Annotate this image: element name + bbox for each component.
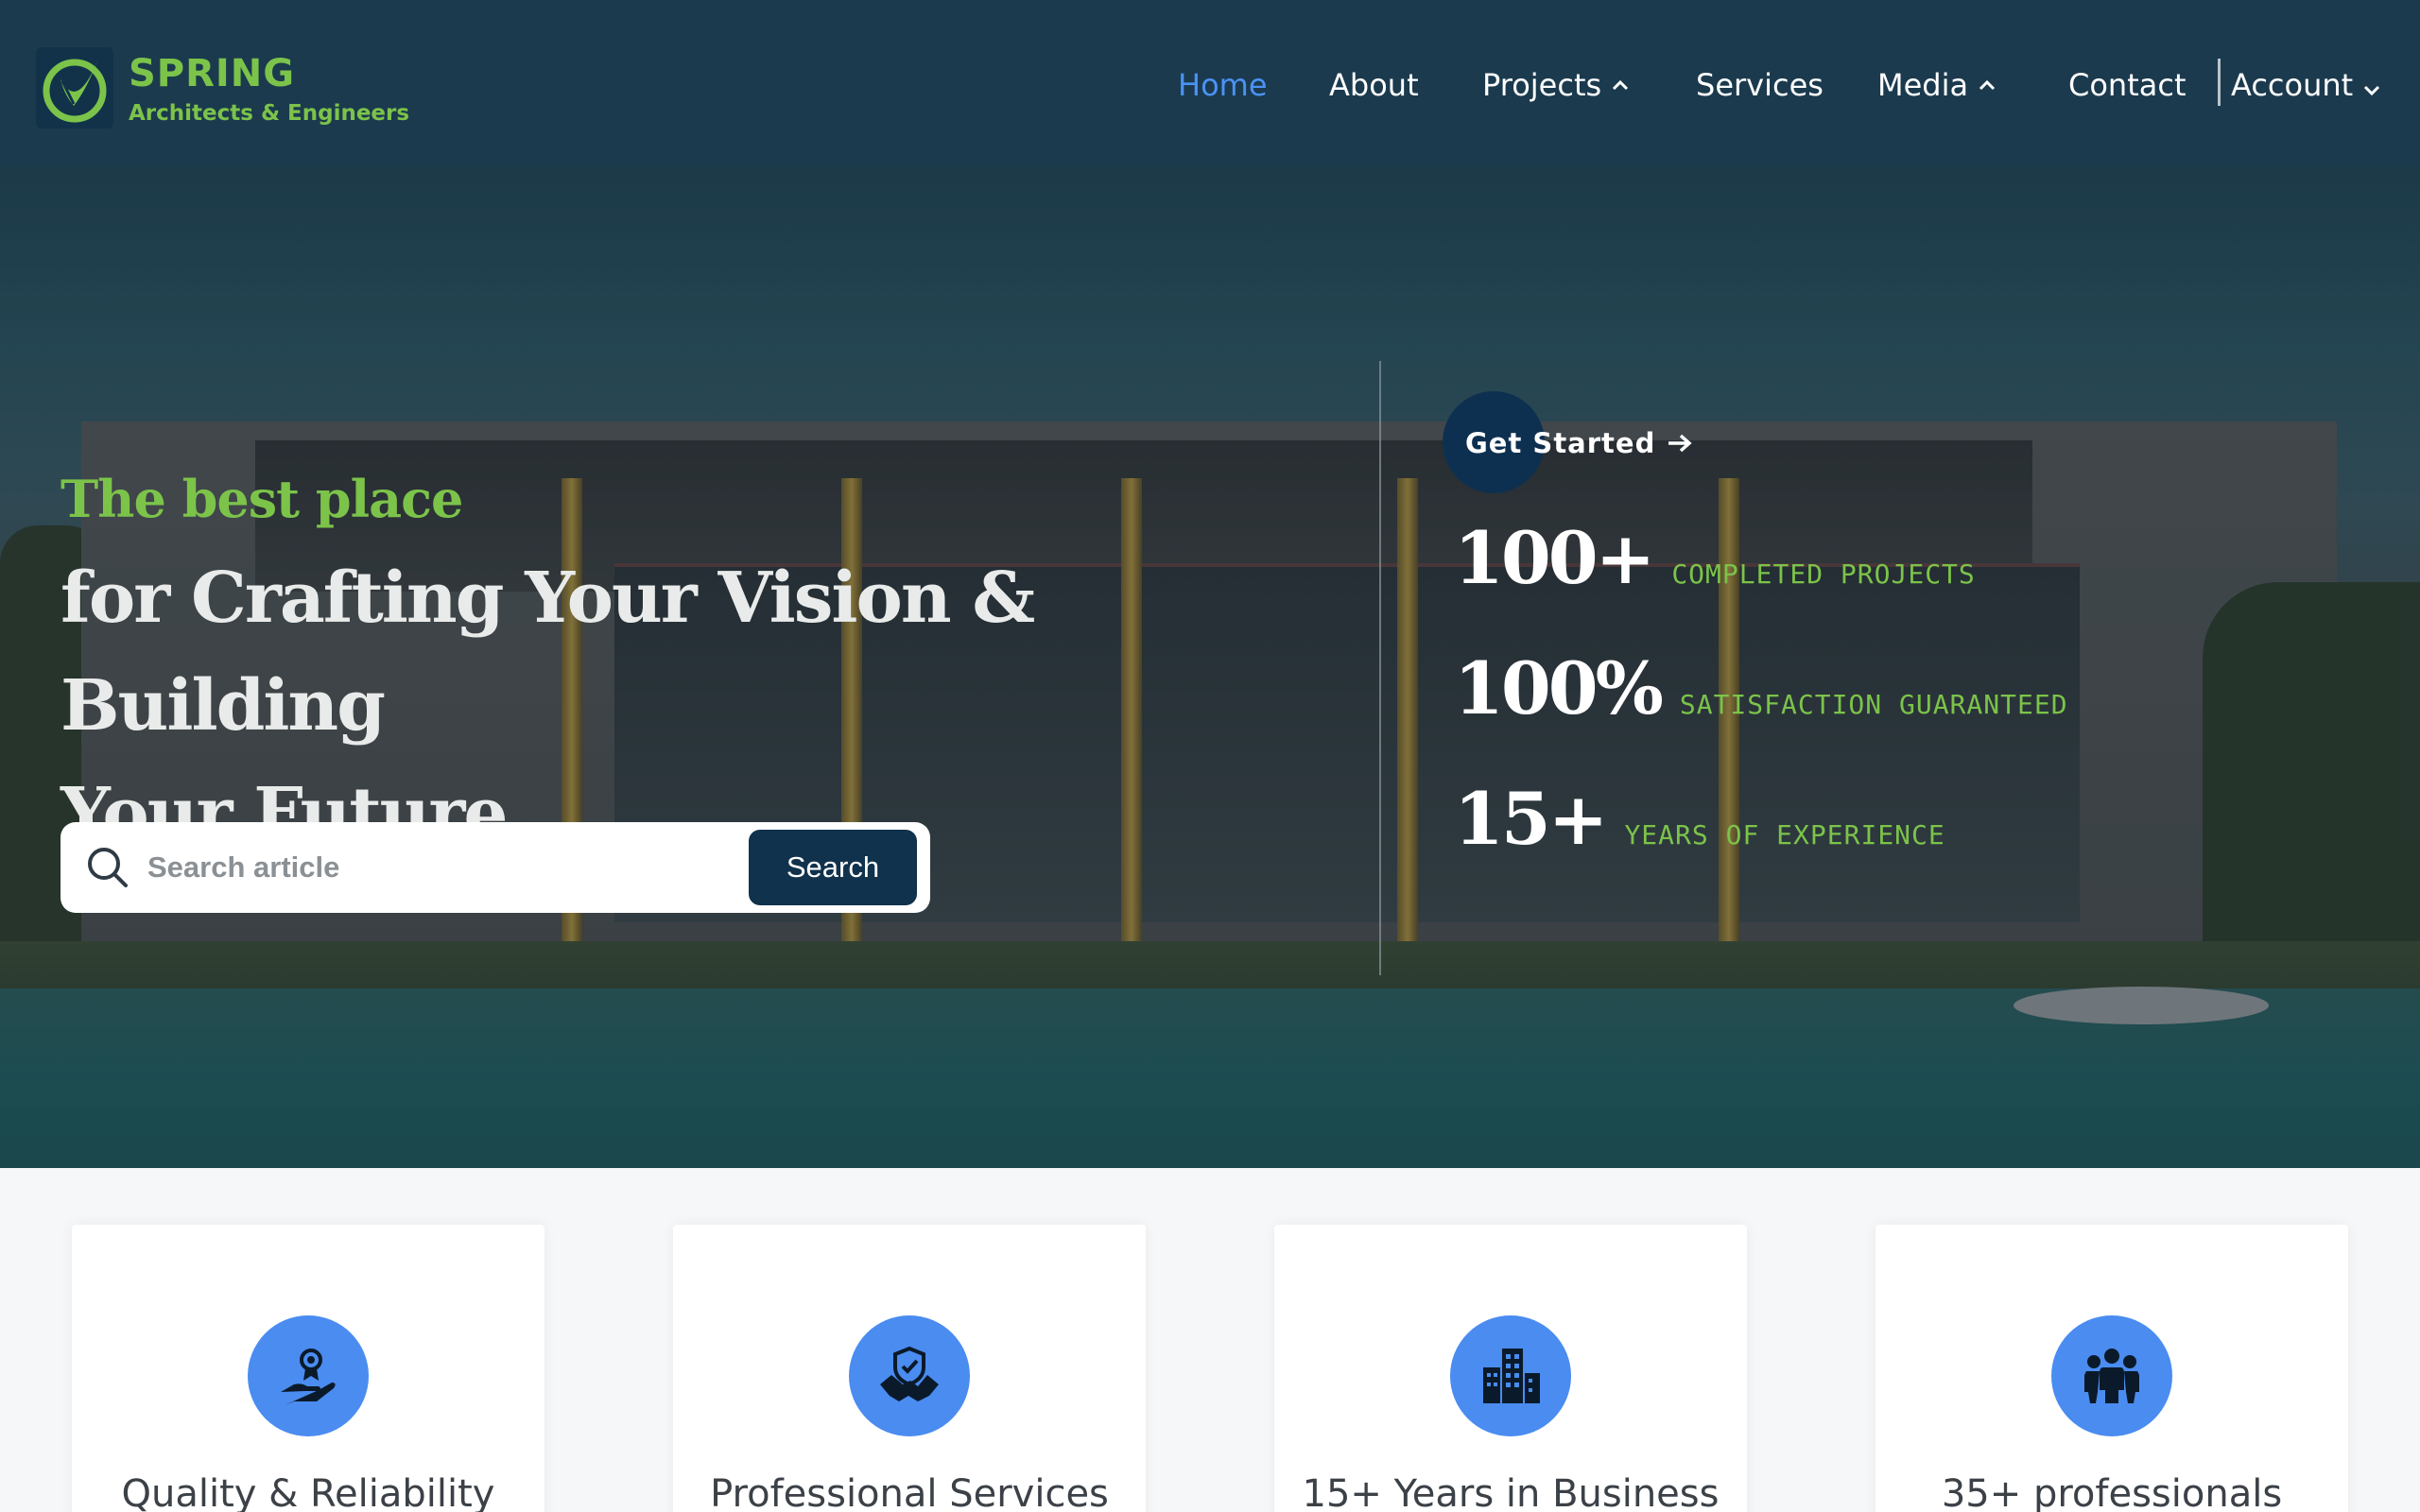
nav-item-label: Media xyxy=(1877,67,1969,103)
hero-title-line1: for Crafting Your Vision & Building xyxy=(60,558,1035,747)
features-section: Quality & Reliability Professional Servi… xyxy=(0,1168,2420,1512)
team-icon xyxy=(2051,1315,2172,1436)
main-nav: Home About Projects Services Media Conta… xyxy=(0,57,2420,113)
stat-label: SATISFACTION GUARANTEED xyxy=(1679,689,2068,720)
nav-divider xyxy=(2218,59,2221,106)
feature-title: 15+ Years in Business xyxy=(1302,1472,1720,1512)
get-started-label: Get Started xyxy=(1465,427,1656,459)
stat-label: COMPLETED PROJECTS xyxy=(1671,558,1976,590)
nav-item-account[interactable]: Account xyxy=(2231,57,2381,113)
search-icon xyxy=(85,845,130,894)
stat-value: 100% xyxy=(1454,646,1664,730)
nav-item-contact[interactable]: Contact xyxy=(2068,57,2187,113)
stat-value: 15+ xyxy=(1454,777,1608,861)
stat-completed-projects: 100+ COMPLETED PROJECTS xyxy=(1454,516,1976,600)
article-search: Search xyxy=(60,822,930,913)
stat-satisfaction: 100% SATISFACTION GUARANTEED xyxy=(1454,646,2068,730)
stat-experience: 15+ YEARS OF EXPERIENCE xyxy=(1454,777,1945,861)
feature-title: Professional Services xyxy=(710,1472,1109,1512)
feature-card: Professional Services xyxy=(673,1225,1146,1512)
nav-item-about[interactable]: About xyxy=(1329,57,1419,113)
hand-award-icon xyxy=(248,1315,369,1436)
hero-title: for Crafting Your Vision & Building Your… xyxy=(60,544,1346,868)
feature-card: Quality & Reliability xyxy=(72,1225,544,1512)
site-header: SPRING Architects & Engineers Home About… xyxy=(0,0,2420,166)
nav-item-projects[interactable]: Projects xyxy=(1482,57,1630,113)
chevron-up-icon xyxy=(1978,78,1996,92)
feature-title: Quality & Reliability xyxy=(121,1472,495,1512)
hero-divider xyxy=(1379,361,1381,975)
nav-item-label: Contact xyxy=(2068,67,2187,103)
nav-item-label: Services xyxy=(1696,67,1824,103)
feature-title: 35+ professionals xyxy=(1941,1472,2283,1512)
buildings-icon xyxy=(1450,1315,1571,1436)
chevron-down-icon xyxy=(2362,83,2381,96)
nav-item-services[interactable]: Services xyxy=(1696,57,1824,113)
hero-kicker: The best place xyxy=(60,469,463,529)
nav-item-media[interactable]: Media xyxy=(1877,57,1996,113)
stat-value: 100+ xyxy=(1454,516,1655,600)
hero-section: The best place for Crafting Your Vision … xyxy=(0,166,2420,1168)
feature-card: 15+ Years in Business xyxy=(1274,1225,1747,1512)
nav-item-label: Account xyxy=(2231,67,2354,103)
search-input[interactable] xyxy=(147,839,790,896)
feature-card: 35+ professionals xyxy=(1876,1225,2348,1512)
arrow-right-icon xyxy=(1667,432,1693,455)
nav-item-label: Home xyxy=(1178,67,1268,103)
nav-item-home[interactable]: Home xyxy=(1178,57,1268,113)
nav-item-label: About xyxy=(1329,67,1419,103)
nav-item-label: Projects xyxy=(1482,67,1602,103)
handshake-shield-icon xyxy=(849,1315,970,1436)
chevron-up-icon xyxy=(1611,78,1630,92)
search-button[interactable]: Search xyxy=(749,830,917,905)
get-started-button[interactable]: Get Started xyxy=(1443,391,1693,495)
stat-label: YEARS OF EXPERIENCE xyxy=(1624,819,1945,850)
